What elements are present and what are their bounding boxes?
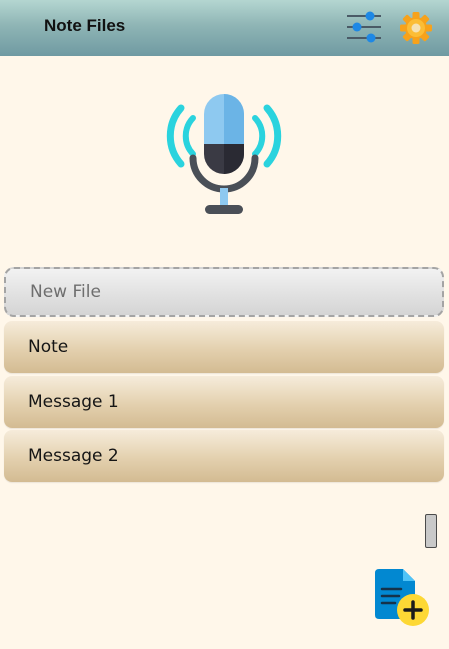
add-file-icon bbox=[375, 569, 429, 626]
list-item-note[interactable]: Note bbox=[4, 321, 444, 373]
microphone-illustration bbox=[153, 88, 295, 220]
new-file-button[interactable]: New File bbox=[4, 267, 444, 317]
page-title: Note Files bbox=[44, 16, 126, 35]
scrollbar-thumb[interactable] bbox=[425, 514, 437, 548]
list-item-label: Message 2 bbox=[28, 446, 119, 466]
app-window: Note Files New File Note Message 1 Messa… bbox=[0, 0, 449, 649]
microphone-icon bbox=[166, 94, 282, 214]
list-item-label: Message 1 bbox=[28, 392, 119, 412]
add-file-button[interactable] bbox=[373, 565, 433, 627]
new-file-label: New File bbox=[30, 282, 101, 302]
filter-button[interactable] bbox=[344, 8, 384, 48]
gear-icon bbox=[400, 12, 432, 44]
app-header: Note Files bbox=[0, 0, 449, 56]
list-item-message-2[interactable]: Message 2 bbox=[4, 430, 444, 482]
settings-button[interactable] bbox=[396, 8, 436, 48]
sliders-icon bbox=[347, 11, 381, 43]
list-item-message-1[interactable]: Message 1 bbox=[4, 376, 444, 428]
list-item-label: Note bbox=[28, 337, 69, 357]
